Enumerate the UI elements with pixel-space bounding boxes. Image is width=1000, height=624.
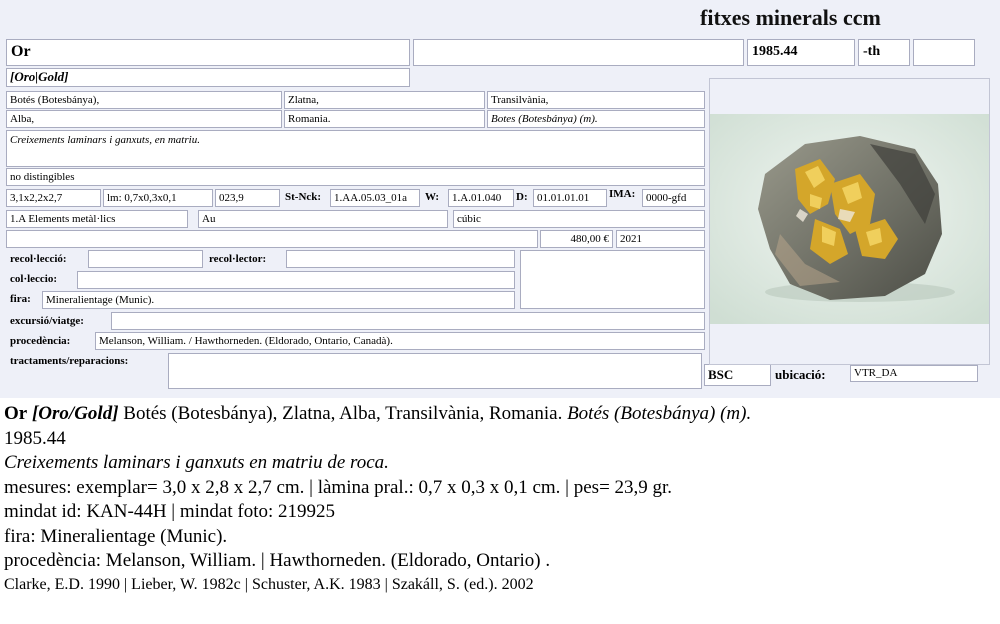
size-field[interactable]: 3,1x2,2x2,7 — [6, 189, 101, 207]
procedencia-field[interactable]: Melanson, William. / Hawthorneden. (Eldo… — [95, 332, 705, 350]
locality-6[interactable]: Botes (Botesbánya) (m). — [487, 110, 705, 128]
ima-field[interactable]: 0000-gfd — [642, 189, 705, 207]
tractaments-label: tractaments/reparacions: — [10, 355, 129, 367]
formula-field[interactable]: Au — [198, 210, 448, 228]
summary-procedencia: procedència: Melanson, William. | Hawtho… — [4, 550, 551, 571]
locality-1[interactable]: Botés (Botesbánya), — [6, 91, 282, 109]
ubicacio-label: ubicació: — [775, 367, 826, 382]
summary-mindat: mindat id: KAN-44H | mindat foto: 219925 — [4, 501, 335, 522]
bsc-field[interactable]: BSC — [704, 364, 771, 386]
catalog-field[interactable]: 1985.44 — [747, 39, 855, 66]
d-label: D: — [516, 191, 528, 203]
weight-field[interactable]: 023,9 — [215, 189, 280, 207]
summary-catalog: 1985.44 — [4, 427, 66, 449]
recolector-field[interactable] — [286, 250, 515, 268]
fira-field[interactable]: Mineralientage (Munic). — [42, 291, 515, 309]
synonyms-field[interactable]: [Oro|Gold] — [6, 68, 410, 87]
blank-field[interactable] — [413, 39, 744, 66]
d-field[interactable]: 01.01.01.01 — [533, 189, 607, 207]
stnck-label: St-Nck: — [285, 191, 322, 203]
lamina-field[interactable]: lm: 0,7x0,3x0,1 — [103, 189, 213, 207]
summary-name: Or — [4, 403, 28, 424]
brand-title: fitxes minerals ccm — [700, 5, 881, 30]
mineral-card: fitxes minerals ccm Or 1985.44 -th [Oro|… — [0, 0, 1000, 398]
price-notes-field[interactable] — [6, 230, 538, 248]
ima-label: IMA: — [609, 188, 636, 200]
summary-synonyms: [Oro/Gold] — [31, 403, 119, 424]
summary-mine: Botés (Botesbánya) (m). — [567, 403, 752, 424]
extra-field[interactable] — [913, 39, 975, 66]
summary-locality: Botés (Botesbánya), Zlatna, Alba, Transi… — [123, 403, 563, 424]
recoleccio-field[interactable] — [88, 250, 203, 268]
note-field[interactable]: no distingibles — [6, 168, 705, 186]
gold-specimen-image — [710, 114, 989, 324]
excursio-label: excursió/viatge: — [10, 315, 84, 327]
ubicacio-field[interactable]: VTR_DA — [850, 365, 978, 382]
name-field[interactable]: Or — [6, 39, 410, 66]
fira-label: fira: — [10, 293, 31, 305]
class-field[interactable]: 1.A Elements metàl·lics — [6, 210, 188, 228]
excursio-field[interactable] — [111, 312, 705, 330]
description-field[interactable]: Creixements laminars i ganxuts, en matri… — [6, 130, 705, 167]
summary-fira: fira: Mineralientage (Munic). — [4, 525, 228, 547]
summary-measures: mesures: exemplar= 3,0 x 2,8 x 2,7 cm. |… — [4, 476, 673, 498]
system-field[interactable]: cúbic — [453, 210, 705, 228]
recolector-label: recol·lector: — [209, 253, 267, 265]
recoleccio-label: recol·lecció: — [10, 253, 67, 265]
colleccio-label: col·leccio: — [10, 273, 58, 285]
locality-2[interactable]: Zlatna, — [284, 91, 485, 109]
price-field[interactable]: 480,00 € — [540, 230, 613, 248]
notes-box[interactable] — [520, 250, 705, 309]
w-label: W: — [425, 191, 440, 203]
suffix-field[interactable]: -th — [858, 39, 910, 66]
stnck-field[interactable]: 1.AA.05.03_01a — [330, 189, 420, 207]
specimen-photo — [709, 78, 990, 365]
locality-5[interactable]: Romania. — [284, 110, 485, 128]
year-field[interactable]: 2021 — [616, 230, 705, 248]
colleccio-field[interactable] — [77, 271, 515, 289]
w-field[interactable]: 1.A.01.040 — [448, 189, 514, 207]
summary-description: Creixements laminars i ganxuts en matriu… — [4, 452, 389, 473]
procedencia-label: procedència: — [10, 335, 71, 347]
locality-3[interactable]: Transilvània, — [487, 91, 705, 109]
tractaments-field[interactable] — [168, 353, 702, 389]
locality-4[interactable]: Alba, — [6, 110, 282, 128]
summary-references: Clarke, E.D. 1990 | Lieber, W. 1982c | S… — [4, 575, 534, 593]
specimen-summary: Or [Oro/Gold] Botés (Botesbánya), Zlatna… — [4, 402, 998, 596]
